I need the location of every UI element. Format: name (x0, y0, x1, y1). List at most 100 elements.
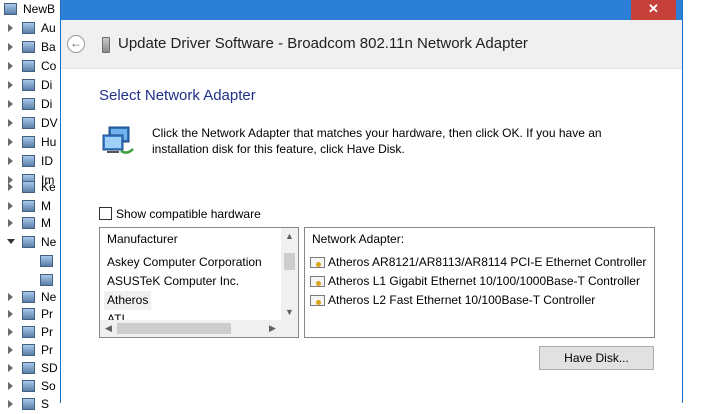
device-icon (22, 41, 35, 53)
device-icon (22, 217, 35, 229)
horizontal-scrollbar[interactable]: ◀ ▶ (100, 320, 281, 337)
scroll-right-icon[interactable]: ▶ (264, 320, 281, 337)
show-compatible-checkbox[interactable] (99, 207, 112, 220)
close-icon: ✕ (648, 1, 659, 16)
tree-item-label: Hu (41, 135, 57, 149)
manufacturer-list[interactable]: Manufacturer Askey Computer Corporation … (99, 227, 299, 338)
expand-arrow-icon[interactable] (8, 346, 13, 354)
tree-item-label: Di (41, 78, 53, 92)
tree-item-label: Ke (41, 180, 56, 194)
dialog-header: ← Update Driver Software - Broadcom 802.… (61, 20, 682, 69)
expand-arrow-icon[interactable] (8, 328, 13, 336)
close-button[interactable]: ✕ (631, 0, 676, 20)
expand-arrow-icon[interactable] (8, 24, 13, 32)
expand-arrow-icon[interactable] (8, 382, 13, 390)
scrollbar-corner (281, 320, 298, 337)
tree-child-item[interactable] (0, 252, 60, 271)
device-icon (22, 98, 35, 110)
device-icon (22, 60, 35, 72)
adapter-item[interactable]: Atheros AR8121/AR8113/AR8114 PCI-E Ether… (310, 253, 646, 272)
list-item[interactable]: ASUSTeK Computer Inc. (107, 272, 239, 291)
dialog-frame[interactable] (61, 0, 682, 20)
scroll-down-icon[interactable]: ▼ (281, 304, 298, 321)
scroll-left-icon[interactable]: ◀ (100, 320, 117, 337)
network-adapter-icon (102, 126, 134, 154)
tree-item[interactable]: SD (0, 359, 60, 378)
tree-item-label: M (41, 199, 51, 213)
back-arrow-icon: ← (70, 36, 82, 50)
tree-item[interactable]: Hu (0, 133, 60, 152)
expand-arrow-icon[interactable] (8, 81, 13, 89)
adapter-item[interactable]: Atheros L2 Fast Ethernet 10/100Base-T Co… (310, 291, 595, 310)
update-driver-dialog: ✕ ← Update Driver Software - Broadcom 80… (60, 0, 683, 403)
tree-item[interactable]: M (0, 214, 60, 233)
expand-arrow-icon[interactable] (8, 202, 13, 210)
manufacturer-items: Askey Computer Corporation ASUSTeK Compu… (100, 250, 281, 321)
tree-item-label: S (41, 397, 50, 411)
tree-item[interactable]: S (0, 395, 60, 414)
tree-item-network-adapters[interactable]: Ne (0, 233, 60, 252)
collapse-arrow-icon[interactable] (7, 239, 15, 244)
manufacturer-header: Manufacturer (107, 232, 178, 246)
expand-arrow-icon[interactable] (8, 183, 13, 191)
device-icon (22, 362, 35, 374)
adapter-item[interactable]: Atheros L1 Gigabit Ethernet 10/100/1000B… (310, 272, 640, 291)
network-adapter-list[interactable]: Network Adapter: Atheros AR8121/AR8113/A… (304, 227, 655, 338)
tree-item-label: M (41, 216, 51, 230)
expand-arrow-icon[interactable] (8, 219, 13, 227)
tree-item[interactable]: ID (0, 152, 60, 171)
tree-root[interactable]: NewB (0, 0, 60, 19)
expand-arrow-icon[interactable] (8, 157, 13, 165)
have-disk-button[interactable]: Have Disk... (539, 346, 654, 370)
device-icon (22, 117, 35, 129)
section-title: Select Network Adapter (99, 87, 256, 104)
instructions-text: Click the Network Adapter that matches y… (152, 126, 602, 156)
tree-item[interactable]: Di (0, 76, 60, 95)
tree-item[interactable]: Ba (0, 38, 60, 57)
expand-arrow-icon[interactable] (8, 119, 13, 127)
back-button[interactable]: ← (67, 35, 85, 53)
list-item-selected[interactable]: Atheros (104, 291, 152, 310)
horizontal-scroll-thumb[interactable] (117, 323, 231, 334)
tree-item-label: So (41, 379, 56, 393)
tree-item[interactable]: Pr (0, 323, 60, 342)
device-icon (22, 181, 35, 193)
expand-arrow-icon[interactable] (8, 293, 13, 301)
tree-item[interactable]: So (0, 377, 60, 396)
expand-arrow-icon[interactable] (8, 310, 13, 318)
scroll-up-icon[interactable]: ▲ (281, 228, 298, 245)
vertical-scroll-thumb[interactable] (284, 253, 295, 270)
network-adapter-icon (40, 274, 53, 286)
network-icon (22, 236, 35, 248)
tree-item[interactable]: Au (0, 19, 60, 38)
tree-item-label: SD (41, 361, 58, 375)
expand-arrow-icon[interactable] (8, 62, 13, 70)
device-icon (22, 308, 35, 320)
tree-item[interactable]: DV (0, 114, 60, 133)
tree-item[interactable]: Pr (0, 305, 60, 324)
device-icon (22, 200, 35, 212)
expand-arrow-icon[interactable] (8, 43, 13, 51)
network-adapter-header: Network Adapter: (312, 232, 405, 246)
tree-item-label: Ne (41, 290, 57, 304)
device-icon (22, 291, 35, 303)
device-icon (22, 136, 35, 148)
vertical-scrollbar[interactable]: ▲ ▼ (281, 228, 298, 321)
expand-arrow-icon[interactable] (8, 138, 13, 146)
expand-arrow-icon[interactable] (8, 100, 13, 108)
tree-item[interactable]: Pr (0, 341, 60, 360)
tree-item[interactable]: Di (0, 95, 60, 114)
tree-item-label: Pr (41, 325, 53, 339)
device-manager-tree: NewB Au Ba Co Di Di DV Hu ID Im Ke M M N… (0, 0, 60, 411)
list-item[interactable]: Askey Computer Corporation (107, 253, 262, 272)
device-icon (22, 344, 35, 356)
adapter-item-label: Atheros AR8121/AR8113/AR8114 PCI-E Ether… (328, 255, 647, 269)
expand-arrow-icon[interactable] (8, 400, 13, 408)
expand-arrow-icon[interactable] (8, 364, 13, 372)
tree-item[interactable]: Ke (0, 178, 60, 197)
computer-icon (4, 3, 17, 15)
show-compatible-label[interactable]: Show compatible hardware (116, 207, 261, 221)
tree-item[interactable]: Co (0, 57, 60, 76)
device-icon (22, 155, 35, 167)
adapter-item-label: Atheros L1 Gigabit Ethernet 10/100/1000B… (328, 274, 640, 288)
